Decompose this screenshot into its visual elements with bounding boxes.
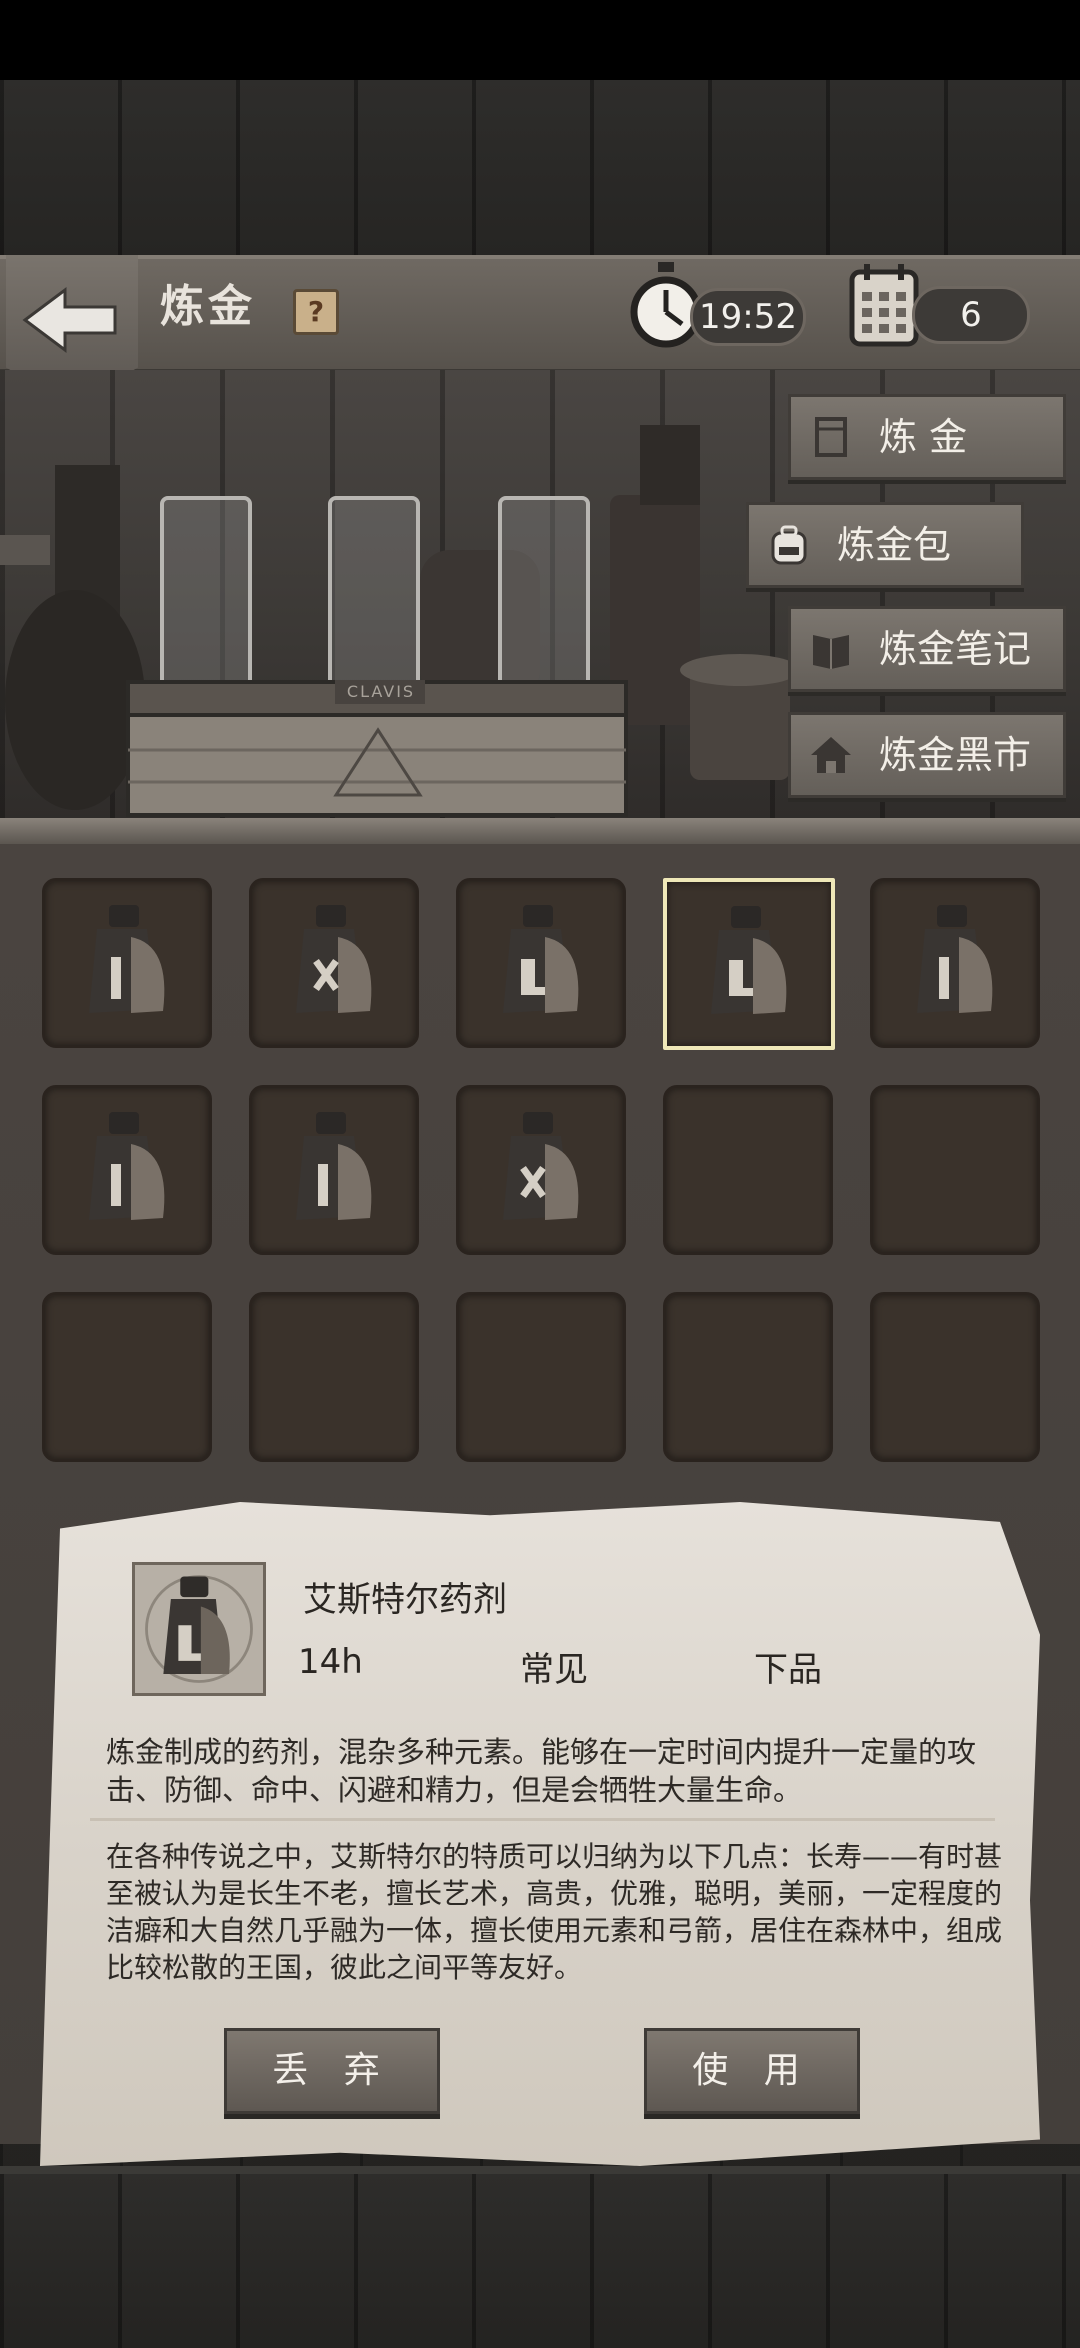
- menu-alchemy-label: 炼 金: [879, 415, 968, 459]
- house-icon: [811, 737, 851, 773]
- item-grade: 下品: [754, 1650, 822, 1690]
- item-lore-text: 在各种传说之中，艾斯特尔的特质可以归纳为以下几点：长寿——有时甚至被认为是长生不…: [106, 1840, 1003, 1984]
- potion-icon: [89, 1112, 165, 1220]
- day-counter: 6: [912, 286, 1030, 344]
- inventory-slot-empty[interactable]: [870, 1292, 1040, 1462]
- status-bar: [0, 0, 1080, 80]
- potion-icon: [145, 1575, 253, 1683]
- inventory-slot-potion[interactable]: [456, 878, 626, 1048]
- inventory-slot-potion[interactable]: [870, 878, 1040, 1048]
- inventory-slot-empty[interactable]: [456, 1292, 626, 1462]
- menu-market-button[interactable]: 炼金黑市: [788, 712, 1066, 798]
- backpack-icon: [771, 525, 807, 565]
- potion-icon: [503, 905, 579, 1013]
- timer-display: 19:52: [690, 288, 806, 346]
- bottom-wood-panel: [0, 2166, 1080, 2348]
- back-arrow-icon[interactable]: [20, 285, 120, 355]
- potion-icon: [296, 905, 372, 1013]
- inventory-slot-empty[interactable]: [42, 1292, 212, 1462]
- potion-icon: [503, 1112, 579, 1220]
- page-title: 炼金: [160, 281, 256, 332]
- menu-bag-button[interactable]: 炼金包: [746, 502, 1024, 588]
- help-button[interactable]: ?: [293, 289, 339, 335]
- alchemy-icon: [815, 417, 847, 457]
- inventory-slot-potion[interactable]: [42, 1085, 212, 1255]
- potion-icon: [296, 1112, 372, 1220]
- inventory-slot-potion[interactable]: [42, 878, 212, 1048]
- inventory-slot-empty[interactable]: [249, 1292, 419, 1462]
- detail-divider: [90, 1818, 995, 1821]
- calendar-icon: [849, 264, 919, 347]
- potion-icon: [711, 906, 787, 1014]
- inventory-slot-empty[interactable]: [663, 1085, 833, 1255]
- menu-market-label: 炼金黑市: [879, 733, 1032, 777]
- item-rarity: 常见: [520, 1650, 588, 1690]
- menu-alchemy-button[interactable]: 炼 金: [788, 394, 1066, 480]
- potion-icon: [917, 905, 993, 1013]
- inventory-slot-potion[interactable]: [456, 1085, 626, 1255]
- item-duration: 14h: [298, 1642, 363, 1682]
- inventory-slot-potion[interactable]: [249, 1085, 419, 1255]
- menu-notes-label: 炼金笔记: [879, 627, 1032, 671]
- book-icon: [813, 635, 849, 669]
- potion-icon: [89, 905, 165, 1013]
- inventory-slot-potion[interactable]: [663, 878, 835, 1050]
- top-wood-panel: [0, 80, 1080, 261]
- inventory-slot-potion[interactable]: [249, 878, 419, 1048]
- use-button[interactable]: 使 用: [644, 2028, 860, 2114]
- item-thumbnail: [132, 1562, 266, 1696]
- menu-bag-label: 炼金包: [837, 523, 952, 567]
- menu-notes-button[interactable]: 炼金笔记: [788, 606, 1066, 692]
- item-name: 艾斯特尔药剂: [303, 1580, 507, 1620]
- item-effect-text: 炼金制成的药剂，混杂多种元素。能够在一定时间内提升一定量的攻击、防御、命中、闪避…: [106, 1735, 977, 1807]
- box-label: CLAVIS: [346, 682, 416, 701]
- inventory-slot-empty[interactable]: [870, 1085, 1040, 1255]
- inventory-slot-empty[interactable]: [663, 1292, 833, 1462]
- discard-button[interactable]: 丢 弃: [224, 2028, 440, 2114]
